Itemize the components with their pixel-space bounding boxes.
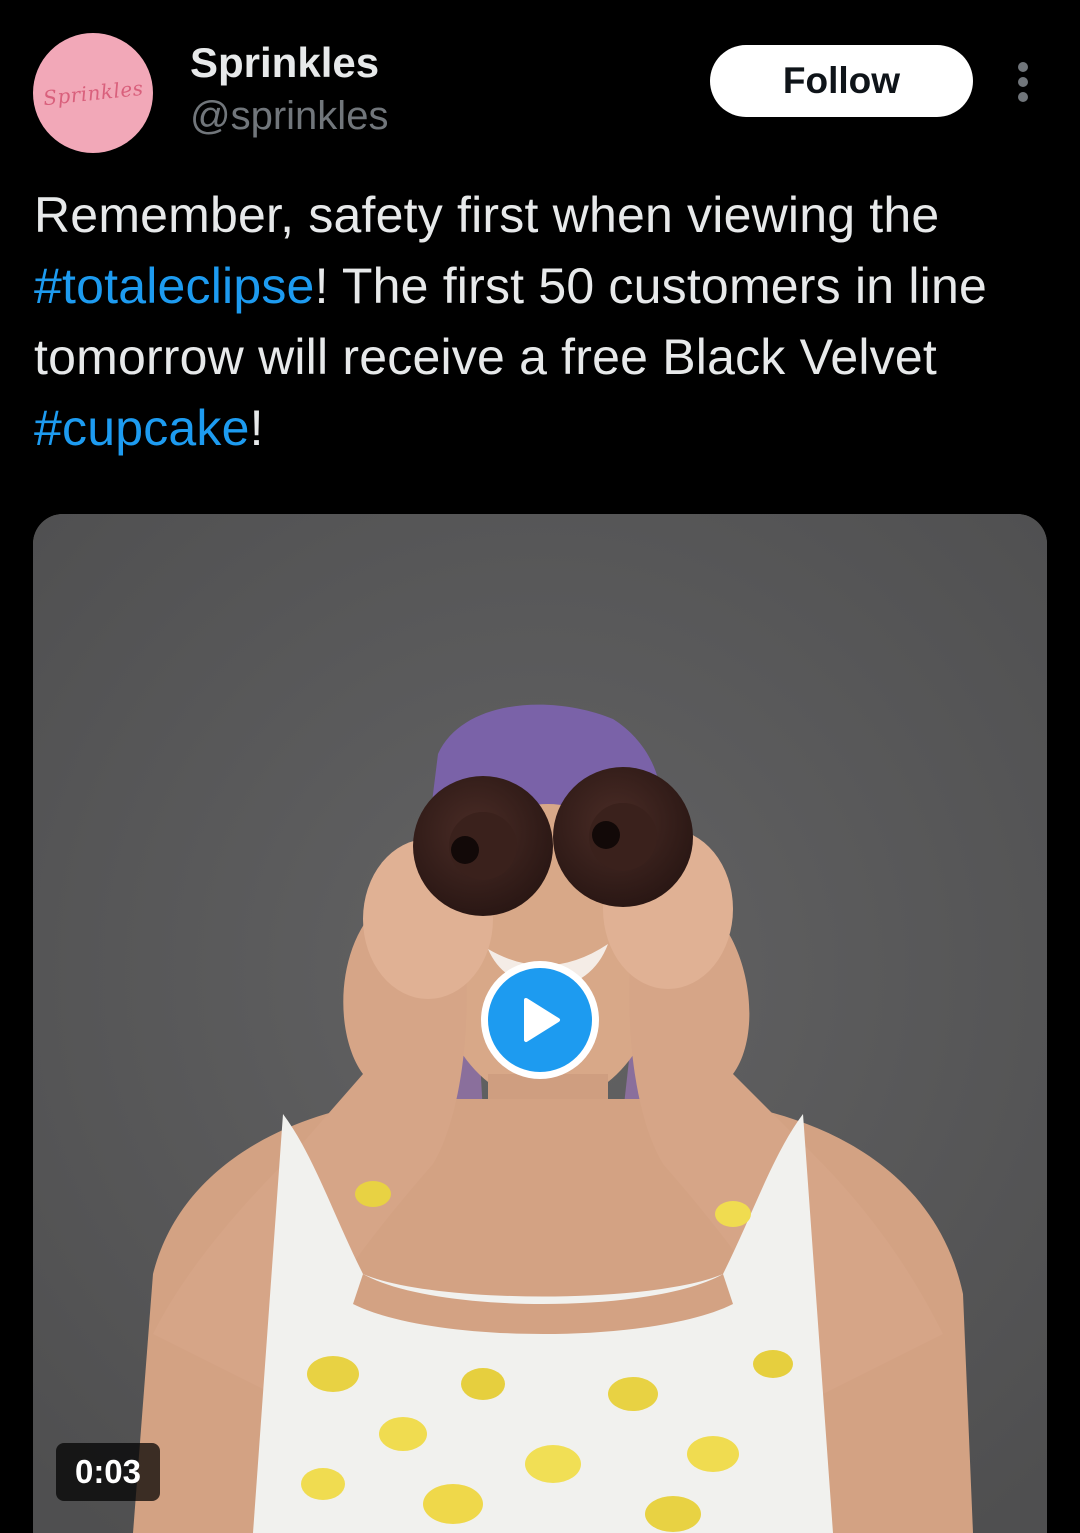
avatar[interactable]: Sprinkles (33, 33, 153, 153)
more-options-icon[interactable] (1003, 58, 1043, 106)
play-icon (488, 968, 592, 1072)
video-player[interactable]: 0:03 (33, 514, 1047, 1533)
hashtag-link-totaleclipse[interactable]: #totaleclipse (34, 258, 315, 314)
author-name[interactable]: Sprinkles (190, 38, 379, 88)
tweet-text-part: Remember, safety first when viewing the (34, 187, 940, 243)
follow-button[interactable]: Follow (710, 45, 973, 117)
tweet-text: Remember, safety first when viewing the … (34, 180, 1054, 464)
tweet-header: Sprinkles Sprinkles @sprinkles Follow (0, 0, 1080, 160)
avatar-logo: Sprinkles (41, 75, 145, 111)
video-duration-badge: 0:03 (56, 1443, 160, 1501)
play-button[interactable] (481, 961, 599, 1079)
hashtag-link-cupcake[interactable]: #cupcake (34, 400, 250, 456)
tweet-text-part: ! (249, 400, 264, 456)
author-handle[interactable]: @sprinkles (190, 92, 388, 140)
